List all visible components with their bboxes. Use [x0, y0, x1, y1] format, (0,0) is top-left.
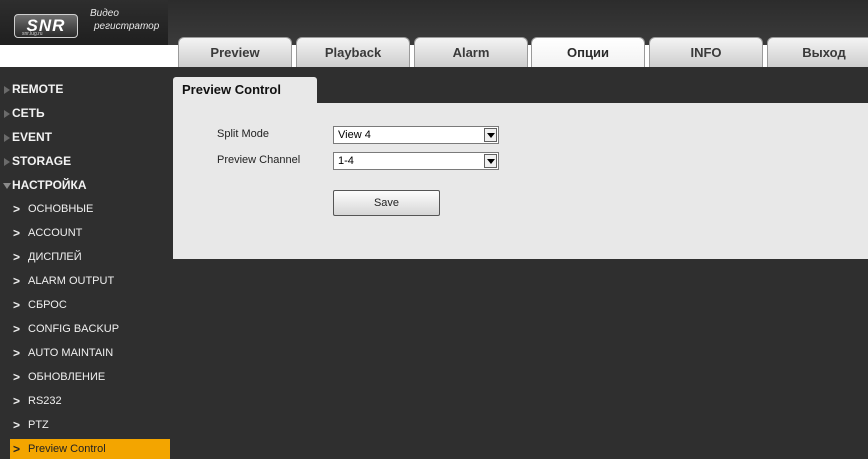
sidebar-item-display[interactable]: > ДИСПЛЕЙ [10, 245, 170, 269]
chevron-right-icon: > [13, 418, 21, 432]
sidebar-item-label: СБРОС [28, 299, 67, 311]
sidebar-section-label: СЕТЬ [12, 106, 45, 120]
preview-control-panel: Split Mode View 4 Preview Channel 1-4 Sa… [173, 103, 868, 259]
sidebar-section-label: STORAGE [12, 154, 72, 168]
tab-options[interactable]: Опции [531, 37, 645, 67]
tab-logout[interactable]: Выход [767, 37, 868, 67]
sidebar-item-label: AUTO MAINTAIN [28, 347, 114, 359]
main-tabs: Preview Playback Alarm Опции INFO Выход [178, 37, 868, 67]
sidebar-item-label: ACCOUNT [28, 227, 83, 239]
triangle-down-icon [3, 183, 11, 189]
logo-caption-line2: регистратор [94, 21, 160, 32]
chevron-right-icon: > [13, 346, 21, 360]
sidebar-section-network[interactable]: СЕТЬ [0, 101, 170, 125]
sidebar-item-label: RS232 [28, 395, 62, 407]
chevron-right-icon: > [13, 370, 21, 384]
panel-title-tab: Preview Control [173, 77, 317, 103]
triangle-right-icon [4, 86, 10, 94]
sidebar: REMOTE СЕТЬ EVENT STORAGE НАСТРОЙКА > ОС… [0, 67, 170, 459]
sidebar-item-upgrade[interactable]: > ОБНОВЛЕНИЕ [10, 365, 170, 389]
sidebar-item-label: PTZ [28, 419, 49, 431]
tab-alarm[interactable]: Alarm [414, 37, 528, 67]
sidebar-section-remote[interactable]: REMOTE [0, 77, 170, 101]
sidebar-item-general[interactable]: > ОСНОВНЫЕ [10, 197, 170, 221]
sidebar-item-ptz[interactable]: > PTZ [10, 413, 170, 437]
sidebar-section-label: НАСТРОЙКА [12, 178, 87, 192]
sidebar-section-storage[interactable]: STORAGE [0, 149, 170, 173]
chevron-right-icon: > [13, 298, 21, 312]
top-header: SNR snr.lug.ru Видео регистратор Preview… [0, 0, 868, 67]
sidebar-item-label: ОСНОВНЫЕ [28, 203, 94, 215]
chevron-right-icon: > [13, 226, 21, 240]
chevron-right-icon: > [13, 250, 21, 264]
tab-playback[interactable]: Playback [296, 37, 410, 67]
chevron-right-icon: > [13, 202, 21, 216]
sidebar-section-label: EVENT [12, 130, 53, 144]
triangle-right-icon [4, 110, 10, 118]
chevron-right-icon: > [13, 394, 21, 408]
sidebar-item-label: Preview Control [28, 443, 106, 455]
chevron-right-icon: > [13, 442, 21, 456]
logo-caption-line1: Видео [90, 8, 119, 19]
split-mode-value: View 4 [338, 129, 371, 141]
triangle-right-icon [4, 134, 10, 142]
sidebar-item-label: ALARM OUTPUT [28, 275, 115, 287]
sidebar-item-account[interactable]: > ACCOUNT [10, 221, 170, 245]
triangle-right-icon [4, 158, 10, 166]
main-content: Preview Control Split Mode View 4 Previe… [170, 67, 868, 459]
sidebar-item-alarm-output[interactable]: > ALARM OUTPUT [10, 269, 170, 293]
dropdown-arrow-icon[interactable] [484, 128, 497, 142]
sidebar-item-reset[interactable]: > СБРОС [10, 293, 170, 317]
tab-info[interactable]: INFO [649, 37, 763, 67]
sidebar-section-label: REMOTE [12, 82, 64, 96]
split-mode-select[interactable]: View 4 [333, 126, 499, 144]
sidebar-item-preview-control[interactable]: > Preview Control [10, 439, 170, 459]
save-button[interactable]: Save [333, 190, 440, 216]
preview-channel-label: Preview Channel [217, 154, 301, 166]
sidebar-item-label: CONFIG BACKUP [28, 323, 120, 335]
sidebar-item-rs232[interactable]: > RS232 [10, 389, 170, 413]
split-mode-label: Split Mode [217, 128, 269, 140]
dropdown-arrow-icon[interactable] [484, 154, 497, 168]
preview-channel-value: 1-4 [338, 155, 354, 167]
preview-channel-select[interactable]: 1-4 [333, 152, 499, 170]
sidebar-item-label: ДИСПЛЕЙ [28, 251, 82, 263]
chevron-right-icon: > [13, 274, 21, 288]
sidebar-item-config-backup[interactable]: > CONFIG BACKUP [10, 317, 170, 341]
tab-preview[interactable]: Preview [178, 37, 292, 67]
sidebar-section-event[interactable]: EVENT [0, 125, 170, 149]
sidebar-item-auto-maintain[interactable]: > AUTO MAINTAIN [10, 341, 170, 365]
logo: SNR snr.lug.ru Видео регистратор [0, 0, 168, 45]
sidebar-section-settings[interactable]: НАСТРОЙКА [0, 173, 170, 197]
chevron-right-icon: > [13, 322, 21, 336]
logo-subtext: snr.lug.ru [22, 31, 43, 37]
logo-caption: Видео регистратор [90, 7, 159, 33]
sidebar-item-label: ОБНОВЛЕНИЕ [28, 371, 106, 383]
